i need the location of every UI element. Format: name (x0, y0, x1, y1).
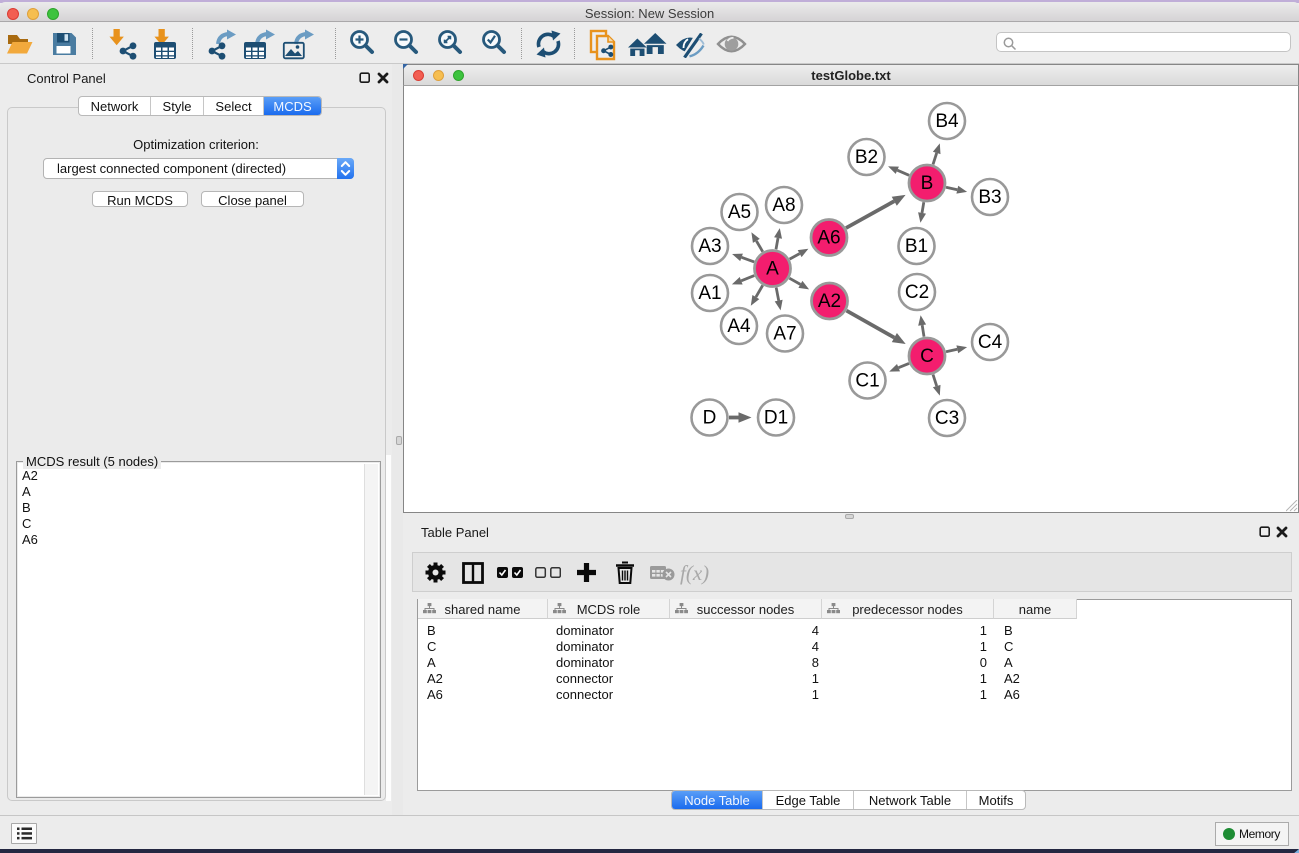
svg-text:B: B (921, 173, 934, 194)
svg-text:A7: A7 (773, 324, 796, 345)
svg-text:A6: A6 (817, 228, 840, 249)
svg-text:A3: A3 (698, 236, 721, 257)
svg-text:C4: C4 (978, 332, 1003, 353)
svg-text:C1: C1 (855, 371, 879, 392)
svg-text:B1: B1 (905, 236, 928, 257)
svg-text:A4: A4 (727, 316, 751, 337)
svg-text:B3: B3 (978, 187, 1001, 208)
svg-text:C: C (920, 346, 934, 367)
svg-text:A1: A1 (698, 283, 721, 304)
svg-text:D1: D1 (764, 408, 788, 429)
svg-text:A5: A5 (728, 202, 751, 223)
svg-text:A: A (766, 259, 779, 280)
svg-text:A8: A8 (772, 195, 795, 216)
svg-text:D: D (703, 408, 717, 429)
svg-text:B4: B4 (935, 111, 959, 132)
svg-text:B2: B2 (855, 147, 878, 168)
svg-text:C3: C3 (935, 408, 959, 429)
svg-text:A2: A2 (818, 291, 841, 312)
svg-text:C2: C2 (905, 282, 929, 303)
